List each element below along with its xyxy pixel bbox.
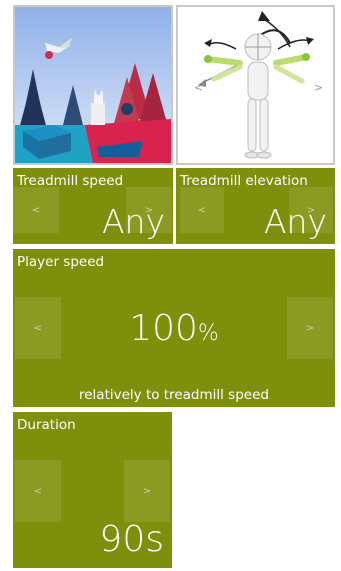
duration-title: Duration xyxy=(17,417,76,433)
treadmill-elevation-value: Any xyxy=(263,202,327,241)
player-speed-subtitle: relatively to treadmill speed xyxy=(79,387,269,403)
duration-prev-button[interactable]: < xyxy=(15,460,61,522)
duration-value: 90s xyxy=(99,519,164,560)
duration-tile: Duration < > 90s xyxy=(13,412,172,568)
player-speed-value-group: 100% xyxy=(13,311,335,347)
thumbnail-prev-arrow[interactable]: < xyxy=(194,81,203,94)
player-speed-unit: % xyxy=(197,321,219,346)
player-speed-tile: Player speed < > 100% relatively to trea… xyxy=(13,249,335,407)
chevron-left-icon: < xyxy=(31,204,41,216)
treadmill-elevation-prev-button[interactable]: < xyxy=(180,187,224,233)
thumbnail-next-arrow[interactable]: > xyxy=(314,81,323,94)
game-scene-image xyxy=(15,7,171,163)
chevron-left-icon: < xyxy=(197,204,207,216)
chevron-left-icon: < xyxy=(33,485,43,497)
treadmill-speed-prev-button[interactable]: < xyxy=(13,187,59,233)
treadmill-elevation-tile: Treadmill elevation < > Any xyxy=(176,168,335,244)
chevron-right-icon: > xyxy=(142,485,152,497)
game-scene-thumbnail[interactable] xyxy=(13,5,173,165)
treadmill-speed-tile: Treadmill speed < > Any xyxy=(13,168,173,244)
duration-next-button[interactable]: > xyxy=(124,460,170,522)
treadmill-speed-value: Any xyxy=(101,202,165,241)
player-speed-title: Player speed xyxy=(17,254,105,270)
player-speed-value: 100 xyxy=(129,308,198,349)
avatar-arrows-thumbnail[interactable]: < > xyxy=(176,5,335,165)
